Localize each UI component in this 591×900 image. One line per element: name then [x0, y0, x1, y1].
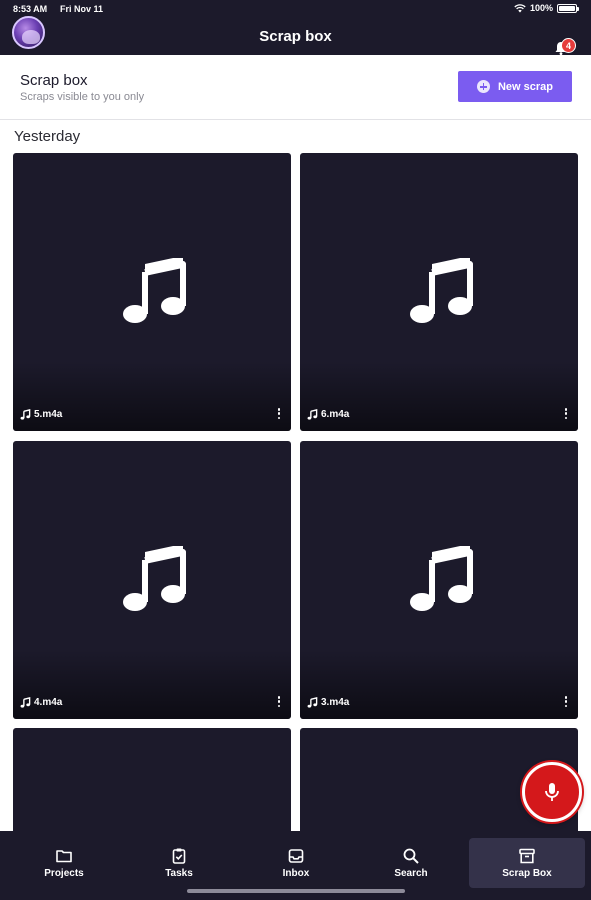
section-header: Scrap box Scraps visible to you only New… — [0, 55, 591, 120]
inbox-icon — [288, 849, 304, 863]
battery-icon — [557, 3, 579, 13]
nav-label: Tasks — [165, 868, 193, 879]
scrap-caption: 6.m4a — [307, 409, 349, 420]
card-shade — [13, 649, 291, 719]
scrap-filename: 5.m4a — [34, 409, 63, 420]
scrap-filename: 4.m4a — [34, 697, 63, 708]
section-subtitle: Scraps visible to you only — [20, 91, 145, 103]
status-time: 8:53 AM — [13, 4, 48, 14]
scrap-caption: 3.m4a — [307, 697, 349, 708]
nav-item-scrap-box[interactable]: Scrap Box — [469, 838, 585, 888]
nav-item-tasks[interactable]: Tasks — [121, 838, 237, 888]
more-options-icon[interactable] — [563, 408, 569, 419]
home-indicator — [187, 889, 405, 893]
nav-label: Scrap Box — [502, 868, 552, 879]
card-shade — [300, 361, 578, 431]
card-shade — [300, 649, 578, 719]
new-scrap-button[interactable]: New scrap — [458, 71, 572, 102]
nav-item-projects[interactable]: Projects — [6, 838, 122, 888]
archive-box-icon — [519, 848, 535, 864]
scrap-filename: 3.m4a — [321, 697, 350, 708]
scrap-caption: 5.m4a — [20, 409, 62, 420]
new-scrap-label: New scrap — [497, 80, 554, 93]
music-note-icon — [410, 258, 473, 323]
scrap-caption: 4.m4a — [20, 697, 62, 708]
music-note-icon — [123, 546, 186, 611]
music-note-icon — [307, 409, 318, 420]
more-options-icon[interactable] — [276, 408, 282, 419]
scrap-card[interactable]: 3.m4a — [300, 441, 578, 719]
page-title: Scrap box — [259, 28, 332, 45]
music-note-icon — [123, 258, 186, 323]
nav-label: Inbox — [282, 868, 310, 879]
top-bar: 8:53 AM Fri Nov 11 100% Scrap box 4 — [0, 0, 591, 55]
scrap-card[interactable] — [13, 728, 291, 838]
music-note-icon — [307, 697, 318, 708]
status-indicators: 100% — [514, 3, 579, 13]
folder-icon — [56, 850, 72, 863]
search-icon — [403, 848, 419, 864]
notification-badge: 4 — [561, 38, 576, 53]
battery-percent: 100% — [529, 3, 553, 13]
scrap-card[interactable]: 6.m4a — [300, 153, 578, 431]
nav-label: Search — [394, 868, 428, 879]
nav-item-inbox[interactable]: Inbox — [238, 838, 354, 888]
music-note-icon — [20, 697, 31, 708]
status-date: Fri Nov 11 — [60, 4, 104, 14]
nav-label: Projects — [44, 868, 84, 879]
app: 8:53 AM Fri Nov 11 100% Scrap box 4 Scra… — [0, 0, 591, 900]
music-note-icon — [20, 409, 31, 420]
music-note-icon — [410, 546, 473, 611]
section-title: Scrap box — [20, 72, 88, 89]
plus-circle-icon — [476, 80, 490, 93]
record-button[interactable] — [522, 762, 582, 822]
scrap-card[interactable]: 5.m4a — [13, 153, 291, 431]
card-shade — [13, 361, 291, 431]
more-options-icon[interactable] — [276, 696, 282, 707]
scrap-filename: 6.m4a — [321, 409, 350, 420]
nav-item-search[interactable]: Search — [353, 838, 469, 888]
microphone-icon — [545, 783, 559, 801]
group-label: Yesterday — [14, 128, 81, 145]
clipboard-check-icon — [172, 848, 186, 864]
more-options-icon[interactable] — [563, 696, 569, 707]
scrap-card[interactable]: 4.m4a — [13, 441, 291, 719]
wifi-icon — [514, 3, 526, 12]
